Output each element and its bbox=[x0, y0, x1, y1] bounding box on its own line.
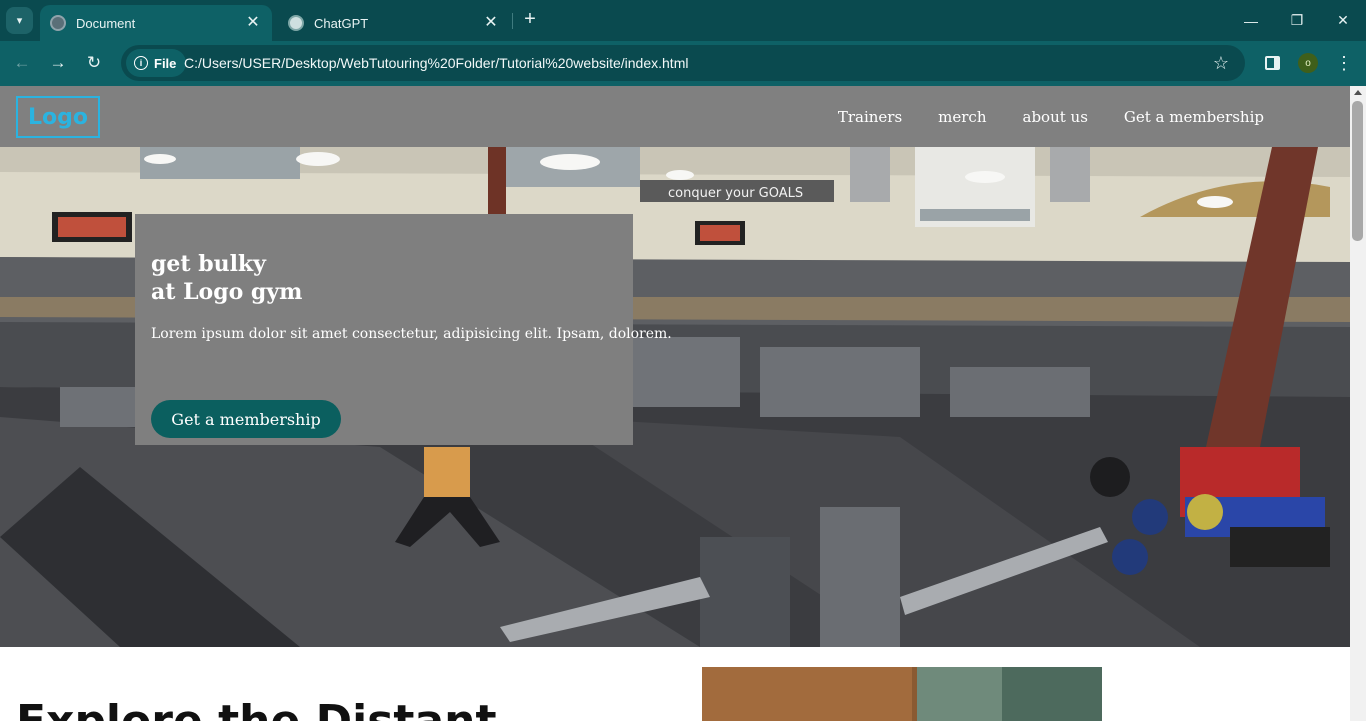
info-icon: i bbox=[134, 56, 148, 70]
plus-icon: + bbox=[524, 8, 536, 30]
restore-icon: ❐ bbox=[1290, 12, 1304, 28]
site-info-chip[interactable]: i File bbox=[126, 49, 187, 77]
minimize-icon: — bbox=[1244, 12, 1258, 29]
hero-section: conquer your GOALS get bulky at Logo gym… bbox=[0, 147, 1350, 647]
new-tab-button[interactable]: + bbox=[519, 9, 541, 31]
site-nav-links: Trainers merch about us Get a membership bbox=[838, 86, 1264, 147]
nav-link-about-us[interactable]: about us bbox=[1023, 108, 1088, 126]
hero-title-line-2: at Logo gym bbox=[151, 279, 303, 305]
reload-icon: ↻ bbox=[86, 53, 102, 72]
site-info-label: File bbox=[154, 55, 177, 71]
scrollbar-thumb[interactable] bbox=[1352, 101, 1363, 241]
section-image bbox=[702, 667, 1102, 721]
hero-description: Lorem ipsum dolor sit amet consectetur, … bbox=[151, 326, 672, 342]
nav-link-trainers[interactable]: Trainers bbox=[838, 108, 902, 126]
hero-title-line-1: get bulky bbox=[151, 251, 266, 277]
scroll-up-arrow-icon[interactable] bbox=[1354, 90, 1362, 95]
bookmark-star-button[interactable]: ☆ bbox=[1211, 53, 1231, 73]
tab-title: ChatGPT bbox=[314, 15, 369, 31]
get-membership-button[interactable]: Get a membership bbox=[151, 400, 341, 438]
browser-toolbar: ← → ↻ i File C:/Users/USER/Desktop/WebTu… bbox=[0, 41, 1366, 86]
site-logo[interactable]: Logo bbox=[16, 96, 100, 138]
browser-tab-bar: ▾ Document ✕ ChatGPT ✕ + — ❐ ✕ bbox=[0, 0, 1366, 41]
tab-search-button[interactable]: ▾ bbox=[6, 7, 33, 34]
window-close-button[interactable]: ✕ bbox=[1320, 0, 1366, 41]
arrow-right-icon: → bbox=[49, 53, 67, 72]
minimize-button[interactable]: — bbox=[1228, 0, 1274, 41]
close-icon[interactable]: ✕ bbox=[244, 15, 262, 31]
close-icon[interactable]: ✕ bbox=[482, 15, 500, 31]
section-heading: Explore the Distant bbox=[16, 696, 497, 721]
page-viewport: Logo Trainers merch about us Get a membe… bbox=[0, 86, 1350, 721]
back-button[interactable]: ← bbox=[8, 49, 36, 77]
page-scrollbar[interactable] bbox=[1350, 86, 1366, 721]
close-icon: ✕ bbox=[1337, 12, 1349, 28]
tab-chatgpt[interactable]: ChatGPT ✕ bbox=[278, 5, 510, 41]
profile-button[interactable]: o bbox=[1295, 50, 1321, 76]
side-panel-icon bbox=[1264, 56, 1280, 70]
tab-document[interactable]: Document ✕ bbox=[40, 5, 272, 41]
chatgpt-icon bbox=[288, 15, 304, 31]
tab-title: Document bbox=[76, 15, 136, 31]
url-text[interactable]: C:/Users/USER/Desktop/WebTutouring%20Fol… bbox=[184, 45, 688, 81]
nav-link-get-membership[interactable]: Get a membership bbox=[1124, 108, 1264, 126]
site-navbar: Logo Trainers merch about us Get a membe… bbox=[0, 86, 1350, 147]
chevron-down-icon: ▾ bbox=[16, 15, 23, 27]
address-bar[interactable]: i File C:/Users/USER/Desktop/WebTutourin… bbox=[121, 45, 1245, 81]
browser-menu-button[interactable]: ⋮ bbox=[1331, 50, 1357, 76]
reload-button[interactable]: ↻ bbox=[80, 49, 108, 77]
forward-button[interactable]: → bbox=[44, 49, 72, 77]
globe-icon bbox=[50, 15, 66, 31]
hero-card: get bulky at Logo gym Lorem ipsum dolor … bbox=[135, 214, 672, 445]
hero-image-sign: conquer your GOALS bbox=[668, 186, 803, 201]
arrow-left-icon: ← bbox=[13, 53, 31, 72]
tab-separator bbox=[512, 13, 513, 29]
hero-title: get bulky at Logo gym bbox=[151, 250, 302, 306]
star-icon: ☆ bbox=[1212, 53, 1230, 73]
avatar: o bbox=[1298, 53, 1318, 73]
nav-link-merch[interactable]: merch bbox=[938, 108, 986, 126]
kebab-menu-icon: ⋮ bbox=[1335, 52, 1353, 73]
restore-button[interactable]: ❐ bbox=[1274, 0, 1320, 41]
side-panel-button[interactable] bbox=[1259, 50, 1285, 76]
